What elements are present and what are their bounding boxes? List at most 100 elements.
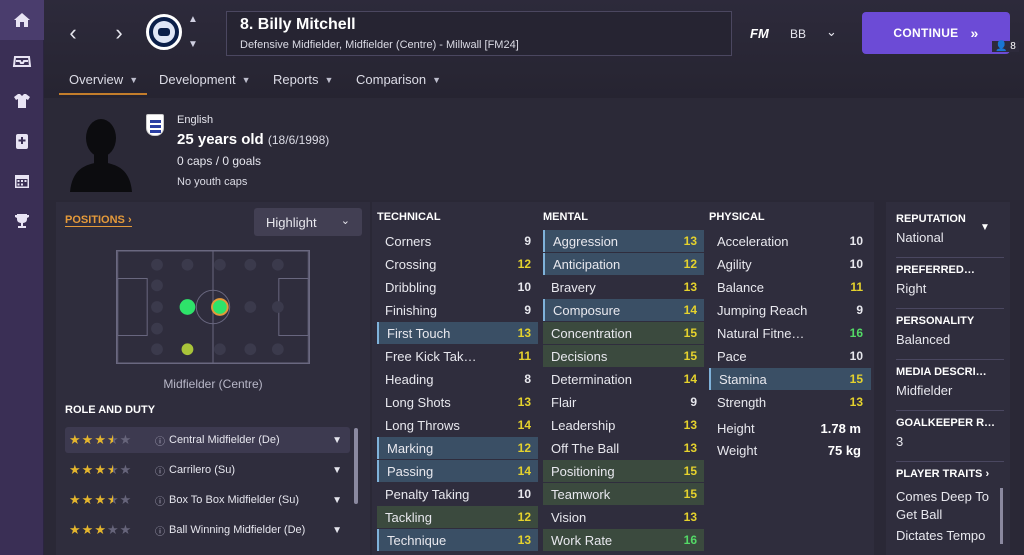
attribute-row[interactable]: Decisions 15 xyxy=(543,345,705,367)
attribute-name: Marking xyxy=(387,440,434,456)
attribute-row[interactable]: Penalty Taking 10 xyxy=(377,483,539,505)
continue-button[interactable]: CONTINUE » xyxy=(862,12,1010,54)
forward-arrow-icon[interactable]: › xyxy=(108,20,130,45)
chevron-up-icon[interactable]: ▲ xyxy=(188,14,198,25)
player-switch-arrows[interactable]: ▲ ▼ xyxy=(186,14,200,50)
info-icon[interactable]: ⓘ xyxy=(155,493,169,508)
attribute-row[interactable]: Strength 13 xyxy=(709,391,871,413)
tab-reports[interactable]: Reports ▼ xyxy=(273,72,333,87)
chevron-down-icon[interactable]: ⌄ xyxy=(826,24,837,40)
attribute-name: Heading xyxy=(385,371,434,387)
role-row[interactable]: ★ ★ ★ ★ ★ ⓘ Central Midfielder (De) ▼ xyxy=(65,427,350,453)
attribute-name: Off The Ball xyxy=(551,440,620,456)
attribute-name: Vision xyxy=(551,509,587,525)
home-icon[interactable] xyxy=(0,0,44,40)
chevron-down-icon[interactable]: ▼ xyxy=(980,222,990,233)
roles-scrollbar[interactable] xyxy=(354,428,358,504)
attribute-row[interactable]: Leadership 13 xyxy=(543,414,705,436)
attribute-name: Concentration xyxy=(551,325,632,341)
attribute-row[interactable]: Technique 13 xyxy=(377,529,539,551)
role-row[interactable]: ★ ★ ★ ★ ★ ⓘ Box To Box Midfielder (Su) ▼ xyxy=(65,487,350,513)
attribute-row[interactable]: Finishing 9 xyxy=(377,299,539,321)
trophy-icon[interactable] xyxy=(0,201,44,241)
left-sidebar xyxy=(0,0,44,555)
attribute-row[interactable]: Concentration 15 xyxy=(543,322,705,344)
tab-comparison[interactable]: Comparison ▼ xyxy=(356,72,441,87)
calendar-icon[interactable] xyxy=(0,161,44,201)
player-subtitle: Defensive Midfielder, Midfielder (Centre… xyxy=(240,39,519,51)
attribute-row[interactable]: Tackling 12 xyxy=(377,506,539,528)
attribute-row[interactable]: Free Kick Tak… 11 xyxy=(377,345,539,367)
manager-initials[interactable]: BB xyxy=(790,27,806,41)
attribute-row[interactable]: Balance 11 xyxy=(709,276,871,298)
attribute-row[interactable]: Vision 13 xyxy=(543,506,705,528)
squad-icon[interactable] xyxy=(0,81,44,121)
attribute-name: Jumping Reach xyxy=(717,302,808,318)
role-row[interactable]: ★ ★ ★ ★ ★ ⓘ Ball Winning Midfielder (De) ▼ xyxy=(65,517,350,543)
chevron-down-icon[interactable]: ▼ xyxy=(332,525,342,536)
attribute-row[interactable]: Jumping Reach 9 xyxy=(709,299,871,321)
player-age: 25 years old (18/6/1998) xyxy=(177,131,329,148)
technical-title: TECHNICAL xyxy=(377,211,441,223)
attribute-row[interactable]: Flair 9 xyxy=(543,391,705,413)
positions-link[interactable]: POSITIONS › xyxy=(65,214,132,227)
player-traits-item[interactable]: PLAYER TRAITS › Comes Deep To Get Ball D… xyxy=(896,468,1006,543)
attribute-row[interactable]: Marking 12 xyxy=(377,437,539,459)
height-row: Height 1.78 m xyxy=(709,417,869,439)
attribute-row[interactable]: Determination 14 xyxy=(543,368,705,390)
attribute-row[interactable]: Anticipation 12 xyxy=(543,253,705,275)
tab-development[interactable]: Development ▼ xyxy=(159,72,251,87)
attribute-value: 13 xyxy=(517,326,531,340)
traits-scrollbar[interactable] xyxy=(1000,488,1003,544)
highlight-dropdown[interactable]: Highlight ⌄ xyxy=(254,208,362,236)
attribute-row[interactable]: Passing 14 xyxy=(377,460,539,482)
attribute-row[interactable]: Acceleration 10 xyxy=(709,230,871,252)
attribute-row[interactable]: Work Rate 16 xyxy=(543,529,705,551)
role-row[interactable]: ★ ★ ★ ★ ★ ⓘ Carrilero (Su) ▼ xyxy=(65,457,350,483)
fm-logo[interactable]: FM xyxy=(750,26,769,41)
attribute-row[interactable]: Teamwork 15 xyxy=(543,483,705,505)
attribute-row[interactable]: Composure 14 xyxy=(543,299,705,321)
attribute-row[interactable]: Long Throws 14 xyxy=(377,414,539,436)
chevron-down-icon[interactable]: ▼ xyxy=(188,39,198,50)
info-icon[interactable]: ⓘ xyxy=(155,433,169,448)
attribute-row[interactable]: Dribbling 10 xyxy=(377,276,539,298)
attribute-row[interactable]: Natural Fitne… 16 xyxy=(709,322,871,344)
mental-title: MENTAL xyxy=(543,211,589,223)
player-traits-label: PLAYER TRAITS › xyxy=(896,468,990,480)
attribute-row[interactable]: Heading 8 xyxy=(377,368,539,390)
attribute-row[interactable]: Aggression 13 xyxy=(543,230,705,252)
role-name: Box To Box Midfielder (Su) xyxy=(169,494,300,506)
club-crest-icon[interactable] xyxy=(146,14,182,50)
attribute-row[interactable]: Stamina 15 xyxy=(709,368,871,390)
attribute-row[interactable]: Bravery 13 xyxy=(543,276,705,298)
attribute-value: 12 xyxy=(683,257,697,271)
chevron-down-icon[interactable]: ▼ xyxy=(332,465,342,476)
back-arrow-icon[interactable]: ‹ xyxy=(62,20,84,45)
personality-item: PERSONALITY Balanced xyxy=(896,315,1006,347)
attribute-name: Teamwork xyxy=(551,486,611,502)
attribute-value: 13 xyxy=(849,395,863,409)
info-icon[interactable]: ⓘ xyxy=(155,523,169,538)
attribute-name: Positioning xyxy=(551,463,615,479)
medical-icon[interactable] xyxy=(0,121,44,161)
info-icon[interactable]: ⓘ xyxy=(155,463,169,478)
attribute-row[interactable]: Corners 9 xyxy=(377,230,539,252)
attribute-row[interactable]: Long Shots 13 xyxy=(377,391,539,413)
chevron-down-icon[interactable]: ▼ xyxy=(332,435,342,446)
inbox-icon[interactable] xyxy=(0,41,44,81)
attribute-value: 10 xyxy=(849,234,863,248)
attribute-row[interactable]: Agility 10 xyxy=(709,253,871,275)
attribute-row[interactable]: Pace 10 xyxy=(709,345,871,367)
attribute-value: 14 xyxy=(683,303,697,317)
divider xyxy=(896,461,1004,462)
attribute-name: Strength xyxy=(717,394,767,410)
attribute-row[interactable]: Crossing 12 xyxy=(377,253,539,275)
attribute-row[interactable]: First Touch 13 xyxy=(377,322,539,344)
attribute-row[interactable]: Positioning 15 xyxy=(543,460,705,482)
tab-overview[interactable]: Overview ▼ xyxy=(69,72,138,87)
attribute-value: 13 xyxy=(683,280,697,294)
chevron-down-icon[interactable]: ▼ xyxy=(332,495,342,506)
attribute-row[interactable]: Off The Ball 13 xyxy=(543,437,705,459)
highlight-label: Highlight xyxy=(266,214,317,230)
